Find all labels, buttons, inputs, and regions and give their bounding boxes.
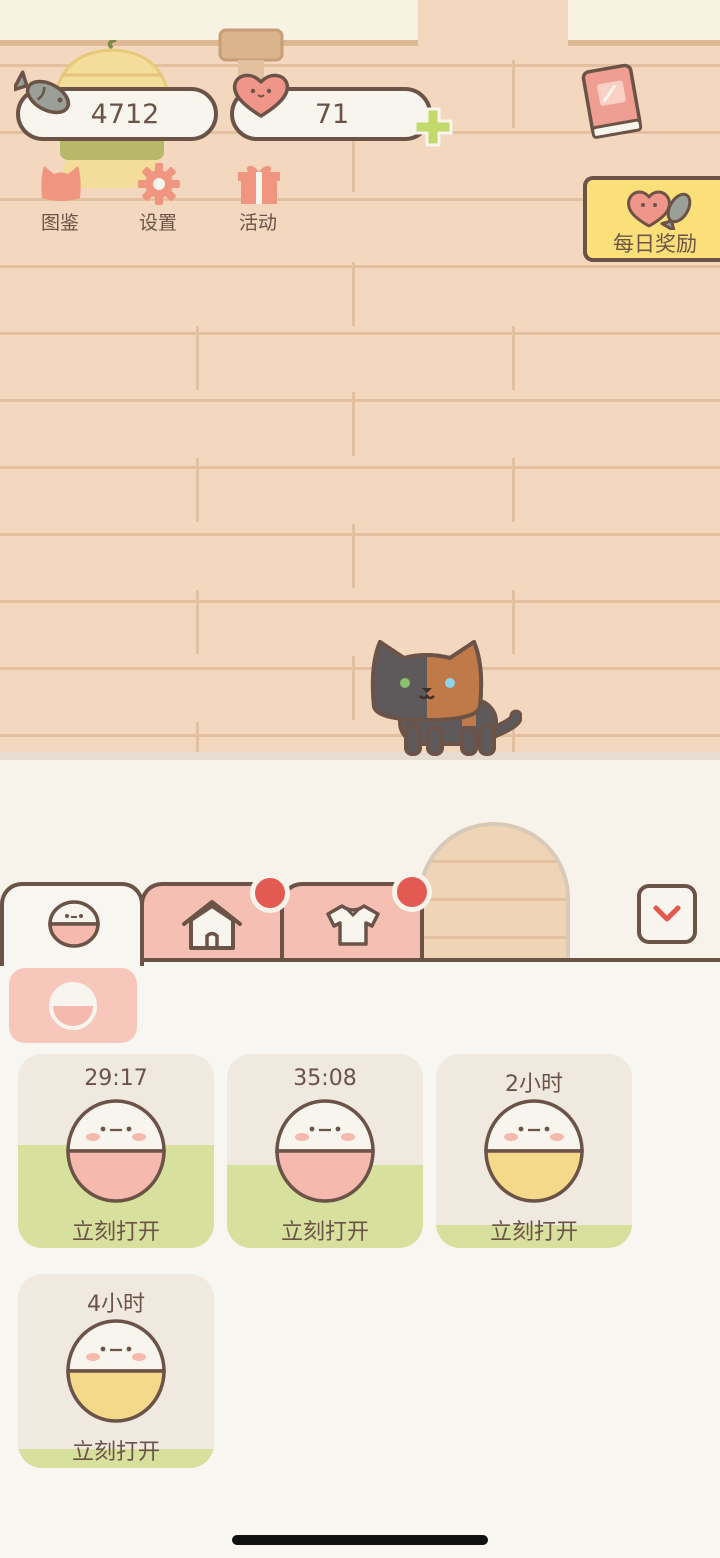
fish-count: 4712 xyxy=(90,98,160,130)
capsule-panel xyxy=(0,962,720,1558)
home-indicator[interactable] xyxy=(232,1535,488,1545)
gear-icon xyxy=(138,163,180,205)
outfits-notification-badge xyxy=(392,872,432,912)
heart-count: 71 xyxy=(314,98,350,130)
open-now-label[interactable]: 立刻打开 xyxy=(18,1434,214,1466)
capsule-timer: 2小时 xyxy=(505,1072,563,1097)
collection-button[interactable]: 图鉴 xyxy=(20,160,100,236)
heart-fish-icon xyxy=(627,190,692,230)
capsule-egg-icon xyxy=(483,1099,585,1207)
chevron-down-icon xyxy=(653,905,681,922)
furniture-notification-badge xyxy=(250,873,290,913)
door-decoration xyxy=(418,822,570,962)
daily-reward-button[interactable]: 每日奖励 xyxy=(583,176,720,262)
open-now-label[interactable]: 立刻打开 xyxy=(227,1214,423,1246)
fish-icon xyxy=(14,70,71,115)
daily-reward-label: 每日奖励 xyxy=(613,232,697,256)
capsule-egg-icon xyxy=(65,1319,167,1427)
add-hearts-plus-icon[interactable] xyxy=(412,106,454,148)
capsule-egg-icon xyxy=(274,1099,376,1207)
capsule-card[interactable]: 2小时 立刻打开 xyxy=(436,1054,632,1248)
collection-label: 图鉴 xyxy=(40,212,79,234)
tab-capsules[interactable] xyxy=(0,882,144,966)
shirt-icon xyxy=(326,904,380,946)
events-button[interactable]: 活动 xyxy=(218,160,298,236)
heart-icon xyxy=(232,73,290,118)
settings-button[interactable]: 设置 xyxy=(118,160,198,236)
capsule-timer: 4小时 xyxy=(87,1292,145,1317)
open-now-label[interactable]: 立刻打开 xyxy=(436,1214,632,1246)
capsule-filter-icon xyxy=(49,982,97,1030)
capsule-egg-icon xyxy=(65,1099,167,1207)
journal-book-icon[interactable] xyxy=(578,62,648,142)
capsule-card[interactable]: 4小时 立刻打开 xyxy=(18,1274,214,1468)
cat-head-icon xyxy=(41,166,81,201)
house-icon xyxy=(182,900,242,950)
events-label: 活动 xyxy=(238,212,277,234)
capsule-timer: 29:17 xyxy=(84,1066,148,1091)
capsule-tab-icon xyxy=(48,900,100,948)
capsule-card[interactable]: 29:17 立刻打开 xyxy=(18,1054,214,1248)
calico-cat[interactable] xyxy=(366,636,522,760)
open-now-label[interactable]: 立刻打开 xyxy=(18,1214,214,1246)
window-sill-right xyxy=(568,0,720,46)
collapse-panel-button[interactable] xyxy=(637,884,697,944)
capsule-card[interactable]: 35:08 立刻打开 xyxy=(227,1054,423,1248)
gift-icon xyxy=(238,165,280,204)
settings-label: 设置 xyxy=(138,212,177,234)
capsule-filter-chip[interactable] xyxy=(9,968,137,1043)
capsule-timer: 35:08 xyxy=(293,1066,357,1091)
